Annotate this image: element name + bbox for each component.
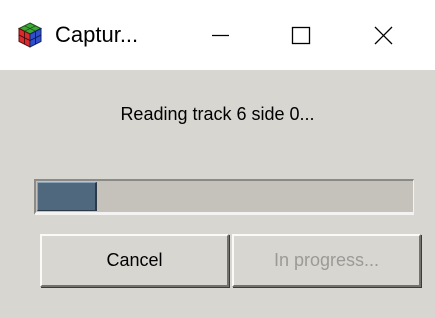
close-button[interactable] <box>347 0 421 70</box>
app-cube-icon <box>16 21 44 49</box>
window-title: Captur... <box>55 22 139 47</box>
title-bar[interactable]: Captur... <box>0 0 435 70</box>
in-progress-button: In progress... <box>232 234 421 287</box>
progress-bar-fill <box>37 182 97 211</box>
progress-bar <box>34 179 414 215</box>
maximize-icon <box>291 26 311 45</box>
minimize-button[interactable] <box>183 0 257 70</box>
cancel-button[interactable]: Cancel <box>40 234 229 287</box>
close-icon <box>374 26 393 45</box>
maximize-button[interactable] <box>264 0 338 70</box>
minimize-icon <box>212 34 229 37</box>
status-message: Reading track 6 side 0... <box>120 104 315 124</box>
capture-dialog-window: Captur... Reading track 6 side 0... Canc… <box>0 0 435 318</box>
